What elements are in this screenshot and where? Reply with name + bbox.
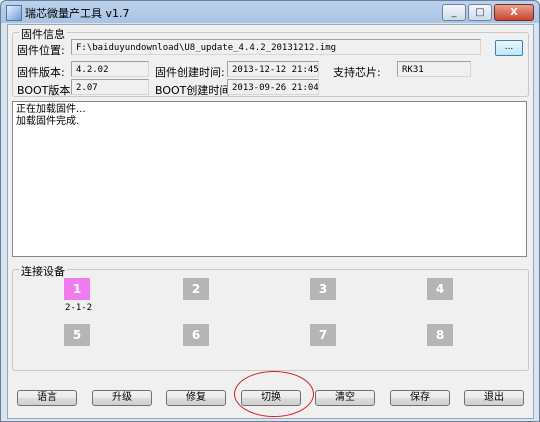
devices-title: 连接设备 xyxy=(19,263,67,279)
firmware-info-title: 固件信息 xyxy=(19,26,67,42)
upgrade-button[interactable]: 升级 xyxy=(92,390,152,406)
device-slot-2[interactable]: 2 xyxy=(183,278,209,300)
app-icon xyxy=(6,5,22,21)
maximize-button[interactable]: □ xyxy=(468,4,492,21)
firmware-created-label: 固件创建时间: xyxy=(155,66,225,79)
title-bar[interactable]: 瑞芯微量产工具 v1.7 _ □ X xyxy=(1,1,539,23)
log-box[interactable]: 正在加载固件... 加载固件完成. xyxy=(12,101,527,257)
firmware-version-label: 固件版本: xyxy=(17,66,65,79)
boot-version-label: BOOT版本: xyxy=(17,84,75,97)
device-slot-7[interactable]: 7 xyxy=(310,324,336,346)
firmware-version-field: 4.2.02 xyxy=(71,61,149,77)
save-button[interactable]: 保存 xyxy=(390,390,450,406)
exit-button[interactable]: 退出 xyxy=(464,390,524,406)
chip-label: 支持芯片: xyxy=(333,66,381,79)
boot-created-field: 2013-09-26 21:04:34 xyxy=(227,79,319,95)
close-button[interactable]: X xyxy=(494,4,534,21)
repair-button[interactable]: 修复 xyxy=(166,390,226,406)
client-area: 固件信息 固件位置: F:\baiduyundownload\U8_update… xyxy=(7,24,534,419)
chip-field: RK31 xyxy=(397,61,471,77)
device-slot-8[interactable]: 8 xyxy=(427,324,453,346)
firmware-info-group: 固件信息 固件位置: F:\baiduyundownload\U8_update… xyxy=(12,26,529,97)
boot-version-field: 2.07 xyxy=(71,79,149,95)
device-slot-3[interactable]: 3 xyxy=(310,278,336,300)
log-line: 正在加载固件... xyxy=(16,104,86,115)
window-title: 瑞芯微量产工具 v1.7 xyxy=(25,7,130,20)
log-line: 加载固件完成. xyxy=(16,116,80,127)
minimize-button[interactable]: _ xyxy=(442,4,466,21)
firmware-created-field: 2013-12-12 21:45:36 xyxy=(227,61,319,77)
language-button[interactable]: 语言 xyxy=(17,390,77,406)
device-slot-1-port: 2-1-2 xyxy=(65,303,93,313)
devices-group: 连接设备 1 2-1-2 2 3 4 5 6 7 8 xyxy=(12,263,529,371)
app-window: 瑞芯微量产工具 v1.7 _ □ X 固件信息 固件位置: F:\baiduyu… xyxy=(0,0,540,422)
switch-button[interactable]: 切换 xyxy=(241,390,301,406)
device-slot-6[interactable]: 6 xyxy=(183,324,209,346)
clear-button[interactable]: 清空 xyxy=(315,390,375,406)
device-slot-4[interactable]: 4 xyxy=(427,278,453,300)
firmware-path-field[interactable]: F:\baiduyundownload\U8_update_4.4.2_2013… xyxy=(71,39,481,55)
browse-button[interactable]: ... xyxy=(495,40,523,56)
device-slot-1[interactable]: 1 xyxy=(64,278,90,300)
firmware-path-label: 固件位置: xyxy=(17,44,65,57)
device-slot-5[interactable]: 5 xyxy=(64,324,90,346)
boot-created-label: BOOT创建时间: xyxy=(155,84,235,97)
